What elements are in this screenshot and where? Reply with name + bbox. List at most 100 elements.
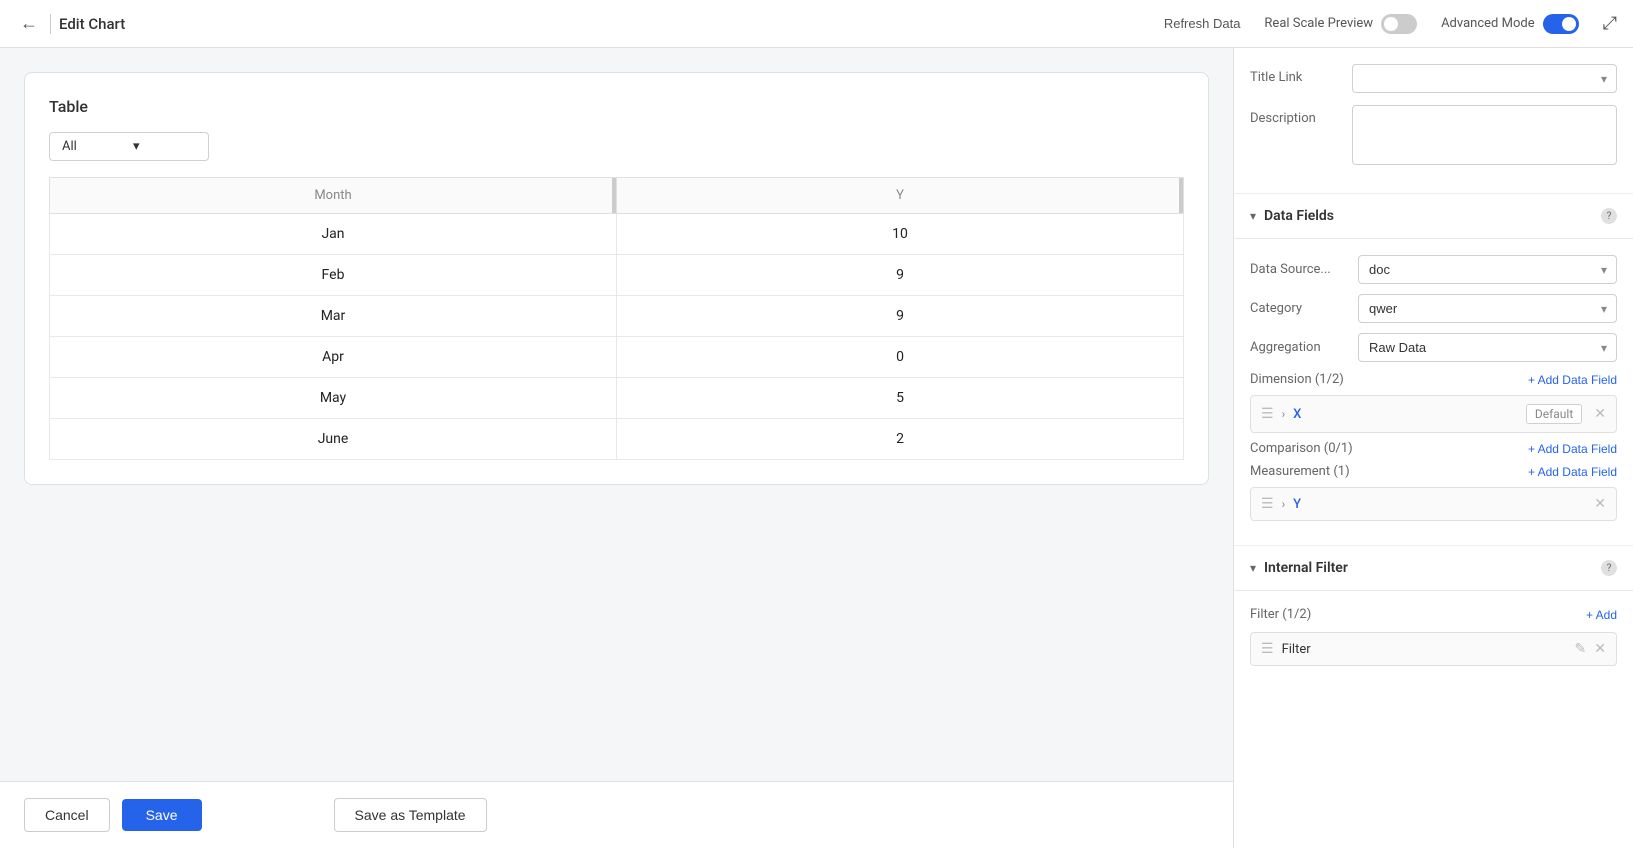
real-scale-slider — [1381, 14, 1417, 34]
data-fields-help-icon[interactable]: ? — [1601, 208, 1617, 224]
real-scale-preview-toggle-label: Real Scale Preview — [1264, 14, 1417, 34]
main-content: Table All ▾ Month Y — [0, 48, 1633, 848]
real-scale-label: Real Scale Preview — [1264, 16, 1373, 31]
dimension-field-remove-icon[interactable]: ✕ — [1594, 406, 1606, 422]
right-panel: Title Link Description ▾ Data Fields ? D… — [1233, 48, 1633, 848]
table-cell-month: Jan — [50, 214, 617, 255]
advanced-mode-toggle[interactable] — [1543, 14, 1579, 34]
filter-item: ☰ Filter ✎ ✕ — [1250, 632, 1617, 666]
y-header-label: Y — [896, 188, 904, 203]
col-month-header: Month — [50, 178, 617, 214]
data-source-row: Data Source... doc — [1250, 255, 1617, 284]
table-row: June2 — [50, 419, 1184, 460]
internal-filter-help-icon[interactable]: ? — [1601, 560, 1617, 576]
header-right: Refresh Data Real Scale Preview Advanced… — [1164, 13, 1617, 34]
table-cell-y: 10 — [617, 214, 1184, 255]
table-cell-month: Apr — [50, 337, 617, 378]
title-link-field: Title Link — [1250, 64, 1617, 93]
filter-drag-handle-icon[interactable]: ☰ — [1261, 641, 1274, 657]
category-select-wrapper: qwer — [1358, 294, 1617, 323]
filter-section-body: Filter (1/2) + Add ☰ Filter ✎ ✕ — [1234, 591, 1633, 682]
back-button[interactable]: ← — [16, 9, 42, 38]
category-label: Category — [1250, 301, 1350, 316]
back-icon: ← — [20, 13, 38, 34]
add-comparison-field-button[interactable]: + Add Data Field — [1528, 442, 1617, 456]
description-label: Description — [1250, 105, 1340, 126]
real-scale-toggle[interactable] — [1381, 14, 1417, 34]
table-cell-month: June — [50, 419, 617, 460]
advanced-mode-toggle-label: Advanced Mode — [1441, 14, 1579, 34]
refresh-data-button[interactable]: Refresh Data — [1164, 16, 1241, 31]
description-textarea[interactable] — [1352, 105, 1617, 165]
month-header-label: Month — [314, 188, 351, 203]
add-measurement-field-button[interactable]: + Add Data Field — [1528, 465, 1617, 479]
dimension-field-tag[interactable]: Default — [1526, 404, 1582, 424]
col-y-header: Y — [617, 178, 1184, 214]
filter-header: Filter (1/2) + Add — [1250, 607, 1617, 622]
advanced-mode-label: Advanced Mode — [1441, 16, 1535, 31]
title-link-select-wrapper — [1352, 64, 1617, 93]
title-link-label: Title Link — [1250, 64, 1340, 85]
top-section-fields: Title Link Description — [1234, 48, 1633, 194]
table-cell-y: 9 — [617, 296, 1184, 337]
internal-filter-section-header[interactable]: ▾ Internal Filter ? — [1234, 546, 1633, 591]
filter-edit-icon[interactable]: ✎ — [1575, 641, 1587, 657]
filter-remove-icon[interactable]: ✕ — [1594, 641, 1606, 657]
data-source-select[interactable]: doc — [1358, 255, 1617, 284]
measurement-field-remove-icon[interactable]: ✕ — [1594, 496, 1606, 512]
aggregation-select-wrapper: Raw Data — [1358, 333, 1617, 362]
add-dimension-field-button[interactable]: + Add Data Field — [1528, 373, 1617, 387]
chart-card: Table All ▾ Month Y — [24, 72, 1209, 485]
drag-handle-icon[interactable]: ☰ — [1261, 406, 1274, 422]
internal-filter-chevron-icon: ▾ — [1250, 561, 1256, 575]
measurement-drag-handle-icon[interactable]: ☰ — [1261, 496, 1274, 512]
filter-value: All — [62, 139, 125, 154]
table-cell-y: 9 — [617, 255, 1184, 296]
measurement-y-field: ☰ › Y ✕ — [1250, 487, 1617, 521]
add-filter-button[interactable]: + Add — [1586, 608, 1617, 622]
aggregation-label: Aggregation — [1250, 340, 1350, 355]
chart-area: Table All ▾ Month Y — [0, 48, 1233, 781]
advanced-mode-slider — [1543, 14, 1579, 34]
field-chevron-icon: › — [1282, 407, 1286, 421]
comparison-label: Comparison (0/1) — [1250, 441, 1353, 456]
table-cell-y: 5 — [617, 378, 1184, 419]
filter-count-label: Filter (1/2) — [1250, 607, 1311, 622]
page-title: Edit Chart — [59, 15, 125, 33]
cancel-button[interactable]: Cancel — [24, 798, 110, 832]
dimension-field-name: X — [1293, 407, 1518, 422]
table-cell-y: 0 — [617, 337, 1184, 378]
title-link-select[interactable] — [1352, 64, 1617, 93]
chart-card-title: Table — [49, 97, 1184, 116]
data-fields-body: Data Source... doc Category qwer Aggre — [1234, 239, 1633, 546]
aggregation-select[interactable]: Raw Data — [1358, 333, 1617, 362]
filter-name: Filter — [1282, 642, 1567, 657]
expand-icon[interactable]: ⤢ — [1603, 13, 1617, 34]
table-row: Apr0 — [50, 337, 1184, 378]
table-cell-y: 2 — [617, 419, 1184, 460]
internal-filter-title: Internal Filter — [1264, 560, 1593, 576]
filter-dropdown[interactable]: All ▾ — [49, 132, 209, 161]
month-resize-handle[interactable] — [612, 178, 616, 213]
save-as-template-button[interactable]: Save as Template — [334, 798, 487, 832]
table-row: May5 — [50, 378, 1184, 419]
table-cell-month: Mar — [50, 296, 617, 337]
data-table: Month Y Jan10Feb9Mar9Apr0May5June2 — [49, 177, 1184, 460]
category-select[interactable]: qwer — [1358, 294, 1617, 323]
measurement-label: Measurement (1) — [1250, 464, 1350, 479]
data-fields-section-header[interactable]: ▾ Data Fields ? — [1234, 194, 1633, 239]
data-fields-chevron-icon: ▾ — [1250, 209, 1256, 223]
data-source-select-wrapper: doc — [1358, 255, 1617, 284]
comparison-header: Comparison (0/1) + Add Data Field — [1250, 441, 1617, 456]
footer-bar: Cancel Save Save as Template — [0, 781, 1233, 848]
description-field: Description — [1250, 105, 1617, 165]
save-button[interactable]: Save — [122, 799, 202, 831]
dimension-label: Dimension (1/2) — [1250, 372, 1344, 387]
header: ← Edit Chart Refresh Data Real Scale Pre… — [0, 0, 1633, 48]
data-fields-title: Data Fields — [1264, 208, 1593, 224]
category-row: Category qwer — [1250, 294, 1617, 323]
y-resize-handle[interactable] — [1179, 178, 1183, 213]
dimension-x-field: ☰ › X Default ✕ — [1250, 395, 1617, 433]
header-divider — [50, 14, 51, 34]
table-body: Jan10Feb9Mar9Apr0May5June2 — [50, 214, 1184, 460]
